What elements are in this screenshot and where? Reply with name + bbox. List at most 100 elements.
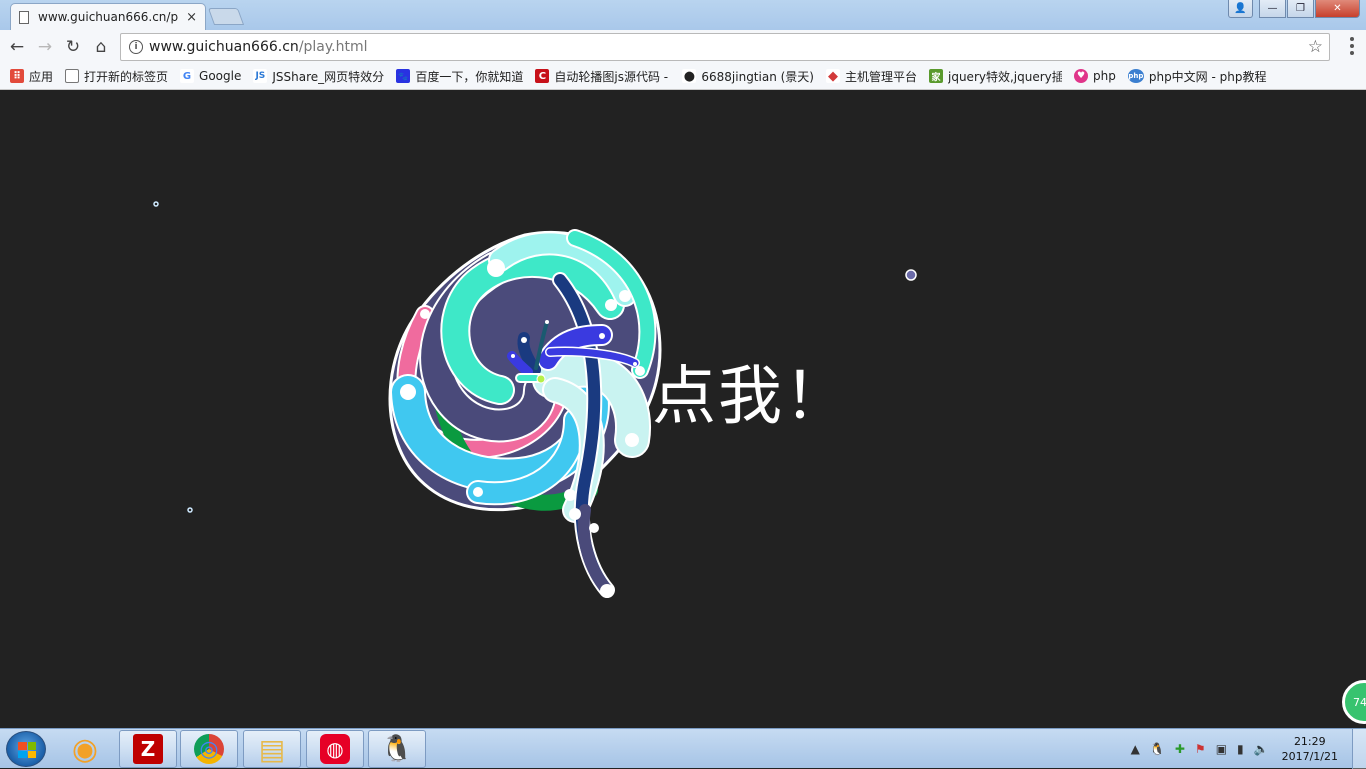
bookmark-host-panel[interactable]: ◆ 主机管理平台: [825, 68, 917, 85]
chrome-menu-icon[interactable]: [1350, 37, 1354, 55]
page-canvas[interactable]: 点我！ 74: [0, 90, 1366, 728]
explorer-icon: ▤: [258, 732, 286, 766]
site-info-icon[interactable]: i: [129, 40, 143, 54]
tip-dot: [589, 523, 599, 533]
window-controls: 👤 — ❐ ✕: [1228, 0, 1360, 18]
apps-grid-icon: ⠿: [10, 69, 24, 83]
bookmarks-bar: ⠿ 应用 打开新的标签页 G Google JS JSShare_网页特效分享 …: [0, 63, 1366, 90]
taskbar-app-360[interactable]: ◉: [56, 730, 114, 768]
bookmark-apps[interactable]: ⠿ 应用: [10, 68, 53, 85]
bookmark-label: 6688jingtian (景天): [701, 69, 814, 84]
bookmark-php-cn[interactable]: php php中文网 - php教程: [1127, 68, 1267, 85]
back-arrow-icon[interactable]: ←: [6, 36, 28, 58]
tab-title: www.guichuan666.cn/p: [38, 10, 179, 24]
petal-stem: [577, 504, 613, 596]
tip-dot: [600, 584, 614, 598]
security-tray-icon[interactable]: ✚: [1175, 742, 1185, 756]
close-window-button[interactable]: ✕: [1315, 0, 1360, 18]
tip-dot: [420, 309, 430, 319]
taskbar-app-chrome[interactable]: ◎: [180, 730, 238, 768]
github-icon: ●: [682, 68, 697, 84]
bookmark-label: 打开新的标签页: [84, 69, 169, 84]
360-icon: ◉: [71, 731, 99, 767]
browser-tab[interactable]: www.guichuan666.cn/p ×: [10, 3, 206, 30]
clock[interactable]: 21:29 2017/1/21: [1282, 734, 1338, 764]
bookmark-label: 应用: [29, 69, 54, 84]
bookmark-label: JSShare_网页特效分享: [272, 69, 385, 84]
browser-title-bar: www.guichuan666.cn/p × 👤 — ❐ ✕: [0, 0, 1366, 30]
click-me-text[interactable]: 点我！: [652, 345, 850, 437]
tray-expand-icon[interactable]: ▲: [1131, 742, 1140, 756]
taskbar-app-qq[interactable]: 🐧: [368, 730, 426, 768]
tip-dot: [545, 320, 549, 324]
url-host: www.guichuan666.cn: [149, 39, 299, 55]
bookmark-jquery[interactable]: 家 jquery特效,jquery插件: [929, 68, 1062, 85]
csdn-icon: C: [535, 69, 550, 83]
tip-dot: [521, 337, 527, 343]
tip-dot: [511, 354, 515, 358]
tip-dot: [487, 259, 505, 277]
bookmark-label: php: [1093, 69, 1116, 83]
clock-time: 21:29: [1293, 735, 1326, 748]
tip-dot: [619, 290, 631, 302]
tip-dot: [633, 362, 637, 366]
bookmark-jsshare[interactable]: JS JSShare_网页特效分享: [253, 68, 384, 85]
network-icon[interactable]: ▮: [1237, 742, 1244, 756]
address-bar[interactable]: i www.guichuan666.cn /play.html ☆: [120, 33, 1330, 61]
tip-dot: [635, 366, 645, 376]
reload-icon[interactable]: ↻: [62, 36, 84, 58]
bookmark-baidu[interactable]: 🐾 百度一下，你就知道: [396, 68, 523, 85]
taskbar-app-filezilla[interactable]: Z: [119, 730, 177, 768]
bookmark-php[interactable]: ♥ php: [1074, 69, 1116, 83]
bookmark-new-tab[interactable]: 打开新的标签页: [65, 68, 168, 85]
windows-logo-icon: [18, 742, 36, 758]
clock-date: 2017/1/21: [1281, 750, 1338, 763]
system-tray: ▲ 🐧 ✚ ⚑ ▣ ▮ 🔈 21:29 2017/1/21: [1126, 729, 1366, 769]
minimize-button[interactable]: —: [1259, 0, 1286, 18]
particle: [153, 201, 159, 207]
browser-toolbar: ← → ↻ ⌂ i www.guichuan666.cn /play.html …: [0, 30, 1366, 63]
bookmark-label: Google: [199, 69, 242, 83]
tip-dot: [569, 508, 581, 520]
device-tray-icon[interactable]: ▣: [1216, 742, 1227, 756]
windows-taskbar: ◉ Z ◎ ▤ ◍ 🐧 ▲ 🐧 ✚ ⚑ ▣ ▮ 🔈 21:29 2017/1/2…: [0, 728, 1366, 769]
filezilla-icon: Z: [133, 734, 163, 764]
volume-icon[interactable]: 🔈: [1254, 742, 1269, 756]
flower-center: [536, 374, 546, 384]
particle: [905, 269, 917, 281]
start-button[interactable]: [6, 731, 46, 767]
jquery-icon: 家: [929, 69, 943, 83]
page-icon: [19, 10, 29, 24]
netease-music-icon: ◍: [320, 734, 350, 764]
qq-icon: 🐧: [380, 734, 414, 764]
chrome-icon: ◎: [194, 734, 224, 764]
tab-close-icon[interactable]: ×: [186, 10, 197, 25]
host-icon: ◆: [825, 68, 840, 84]
qq-tray-icon[interactable]: 🐧: [1150, 742, 1165, 756]
tip-dot: [605, 299, 617, 311]
tip-dot: [564, 489, 576, 501]
bookmark-github[interactable]: ● 6688jingtian (景天): [682, 68, 814, 85]
new-tab-button[interactable]: [207, 8, 245, 25]
home-icon[interactable]: ⌂: [90, 36, 112, 58]
particle: [187, 507, 193, 513]
maximize-button[interactable]: ❐: [1287, 0, 1314, 18]
bookmark-star-icon[interactable]: ☆: [1308, 37, 1323, 57]
forward-arrow-icon[interactable]: →: [34, 36, 56, 58]
show-desktop-button[interactable]: [1352, 729, 1366, 769]
php-cn-icon: php: [1127, 69, 1144, 83]
tip-dot: [599, 333, 605, 339]
bookmark-google[interactable]: G Google: [180, 69, 241, 83]
bookmark-label: 百度一下，你就知道: [415, 69, 524, 84]
baidu-icon: 🐾: [396, 69, 411, 83]
user-profile-icon[interactable]: 👤: [1228, 0, 1253, 18]
tip-dot: [625, 433, 639, 447]
taskbar-app-netease-music[interactable]: ◍: [306, 730, 364, 768]
php-pink-icon: ♥: [1074, 69, 1088, 83]
bookmark-csdn[interactable]: C 自动轮播图js源代码 -: [535, 68, 670, 85]
bookmark-label: 主机管理平台: [844, 69, 917, 84]
bookmark-label: php中文网 - php教程: [1148, 69, 1267, 84]
action-center-icon[interactable]: ⚑: [1195, 742, 1206, 756]
url-path: /play.html: [298, 39, 368, 55]
taskbar-app-explorer[interactable]: ▤: [243, 730, 301, 768]
